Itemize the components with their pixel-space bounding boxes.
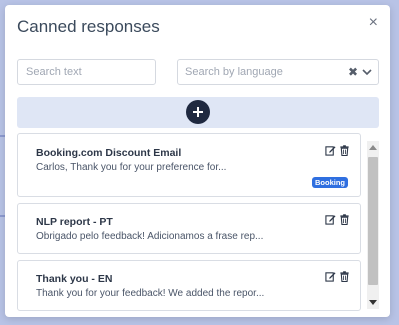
- trash-icon[interactable]: [339, 271, 350, 282]
- card-actions: [325, 145, 350, 156]
- response-card[interactable]: NLP report - PT Obrigado pelo feedback! …: [17, 203, 361, 254]
- response-title: NLP report - PT: [36, 216, 113, 228]
- modal-title: Canned responses: [17, 17, 160, 36]
- trash-icon[interactable]: [339, 214, 350, 225]
- response-preview: Thank you for your feedback! We added th…: [36, 288, 265, 299]
- response-card[interactable]: Thank you - EN Thank you for your feedba…: [17, 260, 361, 311]
- close-button[interactable]: ×: [369, 15, 378, 31]
- edit-icon[interactable]: [325, 214, 336, 225]
- add-response-bar: [17, 97, 379, 128]
- response-card[interactable]: Booking.com Discount Email Carlos, Thank…: [17, 133, 361, 197]
- language-select[interactable]: Search by language ✖: [177, 59, 379, 85]
- search-text-input[interactable]: [17, 59, 156, 85]
- response-title: Thank you - EN: [36, 273, 113, 285]
- response-preview: Obrigado pelo feedback! Adicionamos a fr…: [36, 231, 264, 242]
- scrollbar-thumb[interactable]: [368, 157, 378, 285]
- clear-icon[interactable]: ✖: [348, 65, 358, 79]
- scroll-down-arrow-icon[interactable]: [369, 300, 377, 305]
- canned-responses-modal: Canned responses × Search by language ✖ …: [5, 5, 390, 317]
- responses-list: Booking.com Discount Email Carlos, Thank…: [17, 133, 379, 311]
- language-select-placeholder: Search by language: [185, 66, 283, 78]
- edit-icon[interactable]: [325, 271, 336, 282]
- card-actions: [325, 271, 350, 282]
- booking-badge: Booking: [312, 177, 348, 188]
- card-actions: [325, 214, 350, 225]
- scroll-up-arrow-icon[interactable]: [369, 145, 377, 150]
- edit-icon[interactable]: [325, 145, 336, 156]
- response-preview: Carlos, Thank you for your preference fo…: [36, 162, 227, 173]
- chevron-down-icon[interactable]: [361, 66, 373, 78]
- trash-icon[interactable]: [339, 145, 350, 156]
- add-response-button[interactable]: [186, 100, 210, 124]
- response-title: Booking.com Discount Email: [36, 147, 182, 159]
- list-scrollbar[interactable]: [367, 141, 379, 309]
